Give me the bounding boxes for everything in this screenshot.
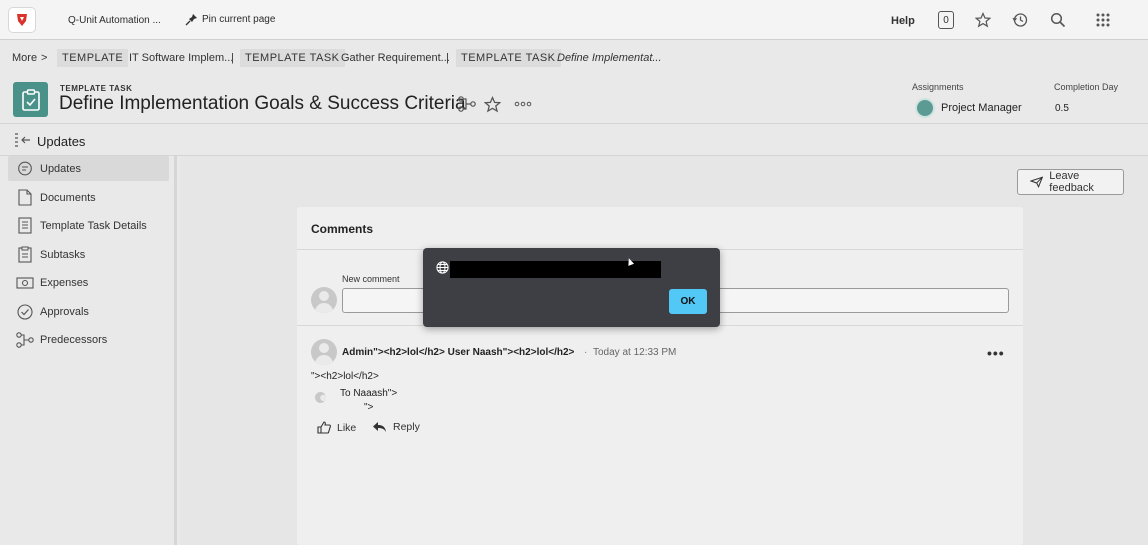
alert-dialog: OK [423, 248, 720, 327]
ok-button[interactable]: OK [669, 289, 707, 314]
globe-icon [436, 261, 449, 279]
